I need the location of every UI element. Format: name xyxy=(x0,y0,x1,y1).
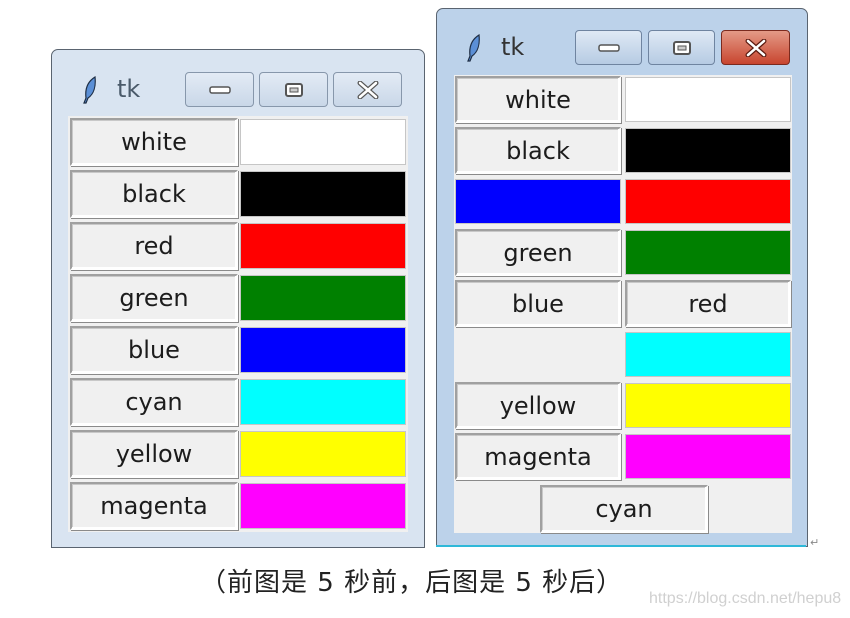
window-title: tk xyxy=(501,33,525,61)
swatch-black xyxy=(240,171,406,217)
swatch-right-3 xyxy=(625,230,791,275)
maximize-button[interactable] xyxy=(259,72,328,107)
watermark: https://blog.csdn.net/hepu8 xyxy=(649,590,842,607)
color-button-blue[interactable]: blue xyxy=(455,280,621,327)
color-button-magenta[interactable]: magenta xyxy=(70,482,238,530)
swatch-red xyxy=(240,223,406,269)
swatch-left-2 xyxy=(455,179,621,224)
minimize-button[interactable] xyxy=(185,72,254,107)
minimize-button[interactable] xyxy=(575,30,642,65)
minimize-icon xyxy=(208,85,231,94)
swatch-white xyxy=(240,119,406,165)
swatch-right-5 xyxy=(625,332,791,377)
empty-cell xyxy=(455,331,621,378)
feather-icon xyxy=(83,76,96,104)
swatch-right-1 xyxy=(625,128,791,173)
title-bar[interactable]: tk xyxy=(52,50,424,107)
before-window: tk white black red green blue cyan yellow magen… xyxy=(51,49,425,548)
paragraph-mark: ↵ xyxy=(810,536,820,549)
color-button-black[interactable]: black xyxy=(70,170,238,218)
color-button-red[interactable]: red xyxy=(70,222,238,270)
swatch-green xyxy=(240,275,406,321)
color-button-cyan[interactable]: cyan xyxy=(540,485,708,533)
color-button-cyan[interactable]: cyan xyxy=(70,378,238,426)
title-bar[interactable]: tk xyxy=(437,9,807,65)
swatch-blue xyxy=(240,327,406,373)
close-button[interactable] xyxy=(721,30,790,65)
swatch-cyan xyxy=(240,379,406,425)
swatch-right-0 xyxy=(625,77,791,122)
close-button[interactable] xyxy=(333,72,402,107)
color-button-green[interactable]: green xyxy=(455,229,621,276)
swatch-yellow xyxy=(240,431,406,477)
swatch-right-6 xyxy=(625,383,791,428)
swatch-magenta xyxy=(240,483,406,529)
maximize-button[interactable] xyxy=(648,30,715,65)
maximize-icon xyxy=(284,82,303,97)
swatch-right-2 xyxy=(625,179,791,224)
window-title: tk xyxy=(117,75,141,103)
color-button-green[interactable]: green xyxy=(70,274,238,322)
maximize-icon xyxy=(672,40,691,55)
color-button-white[interactable]: white xyxy=(455,76,621,123)
close-icon xyxy=(357,80,378,99)
color-button-yellow[interactable]: yellow xyxy=(70,430,238,478)
color-button-magenta[interactable]: magenta xyxy=(455,433,621,480)
minimize-icon xyxy=(597,43,620,52)
feather-icon xyxy=(467,34,480,62)
caption: （前图是 5 秒前，后图是 5 秒后） xyxy=(200,568,624,598)
swatch-right-7 xyxy=(625,434,791,479)
before-grid: white black red green blue cyan yellow magenta xyxy=(68,116,408,532)
after-grid: white black green blue red yellow magenta cyan xyxy=(454,75,792,533)
color-button-yellow[interactable]: yellow xyxy=(455,382,621,429)
color-button-blue[interactable]: blue xyxy=(70,326,238,374)
after-window: tk white black green blue red yellow magenta cy… xyxy=(436,8,808,547)
color-button-black[interactable]: black xyxy=(455,127,621,174)
color-button-red[interactable]: red xyxy=(625,280,791,327)
color-button-white[interactable]: white xyxy=(70,118,238,166)
close-icon xyxy=(745,38,766,57)
window-bottom-edge xyxy=(436,545,806,547)
